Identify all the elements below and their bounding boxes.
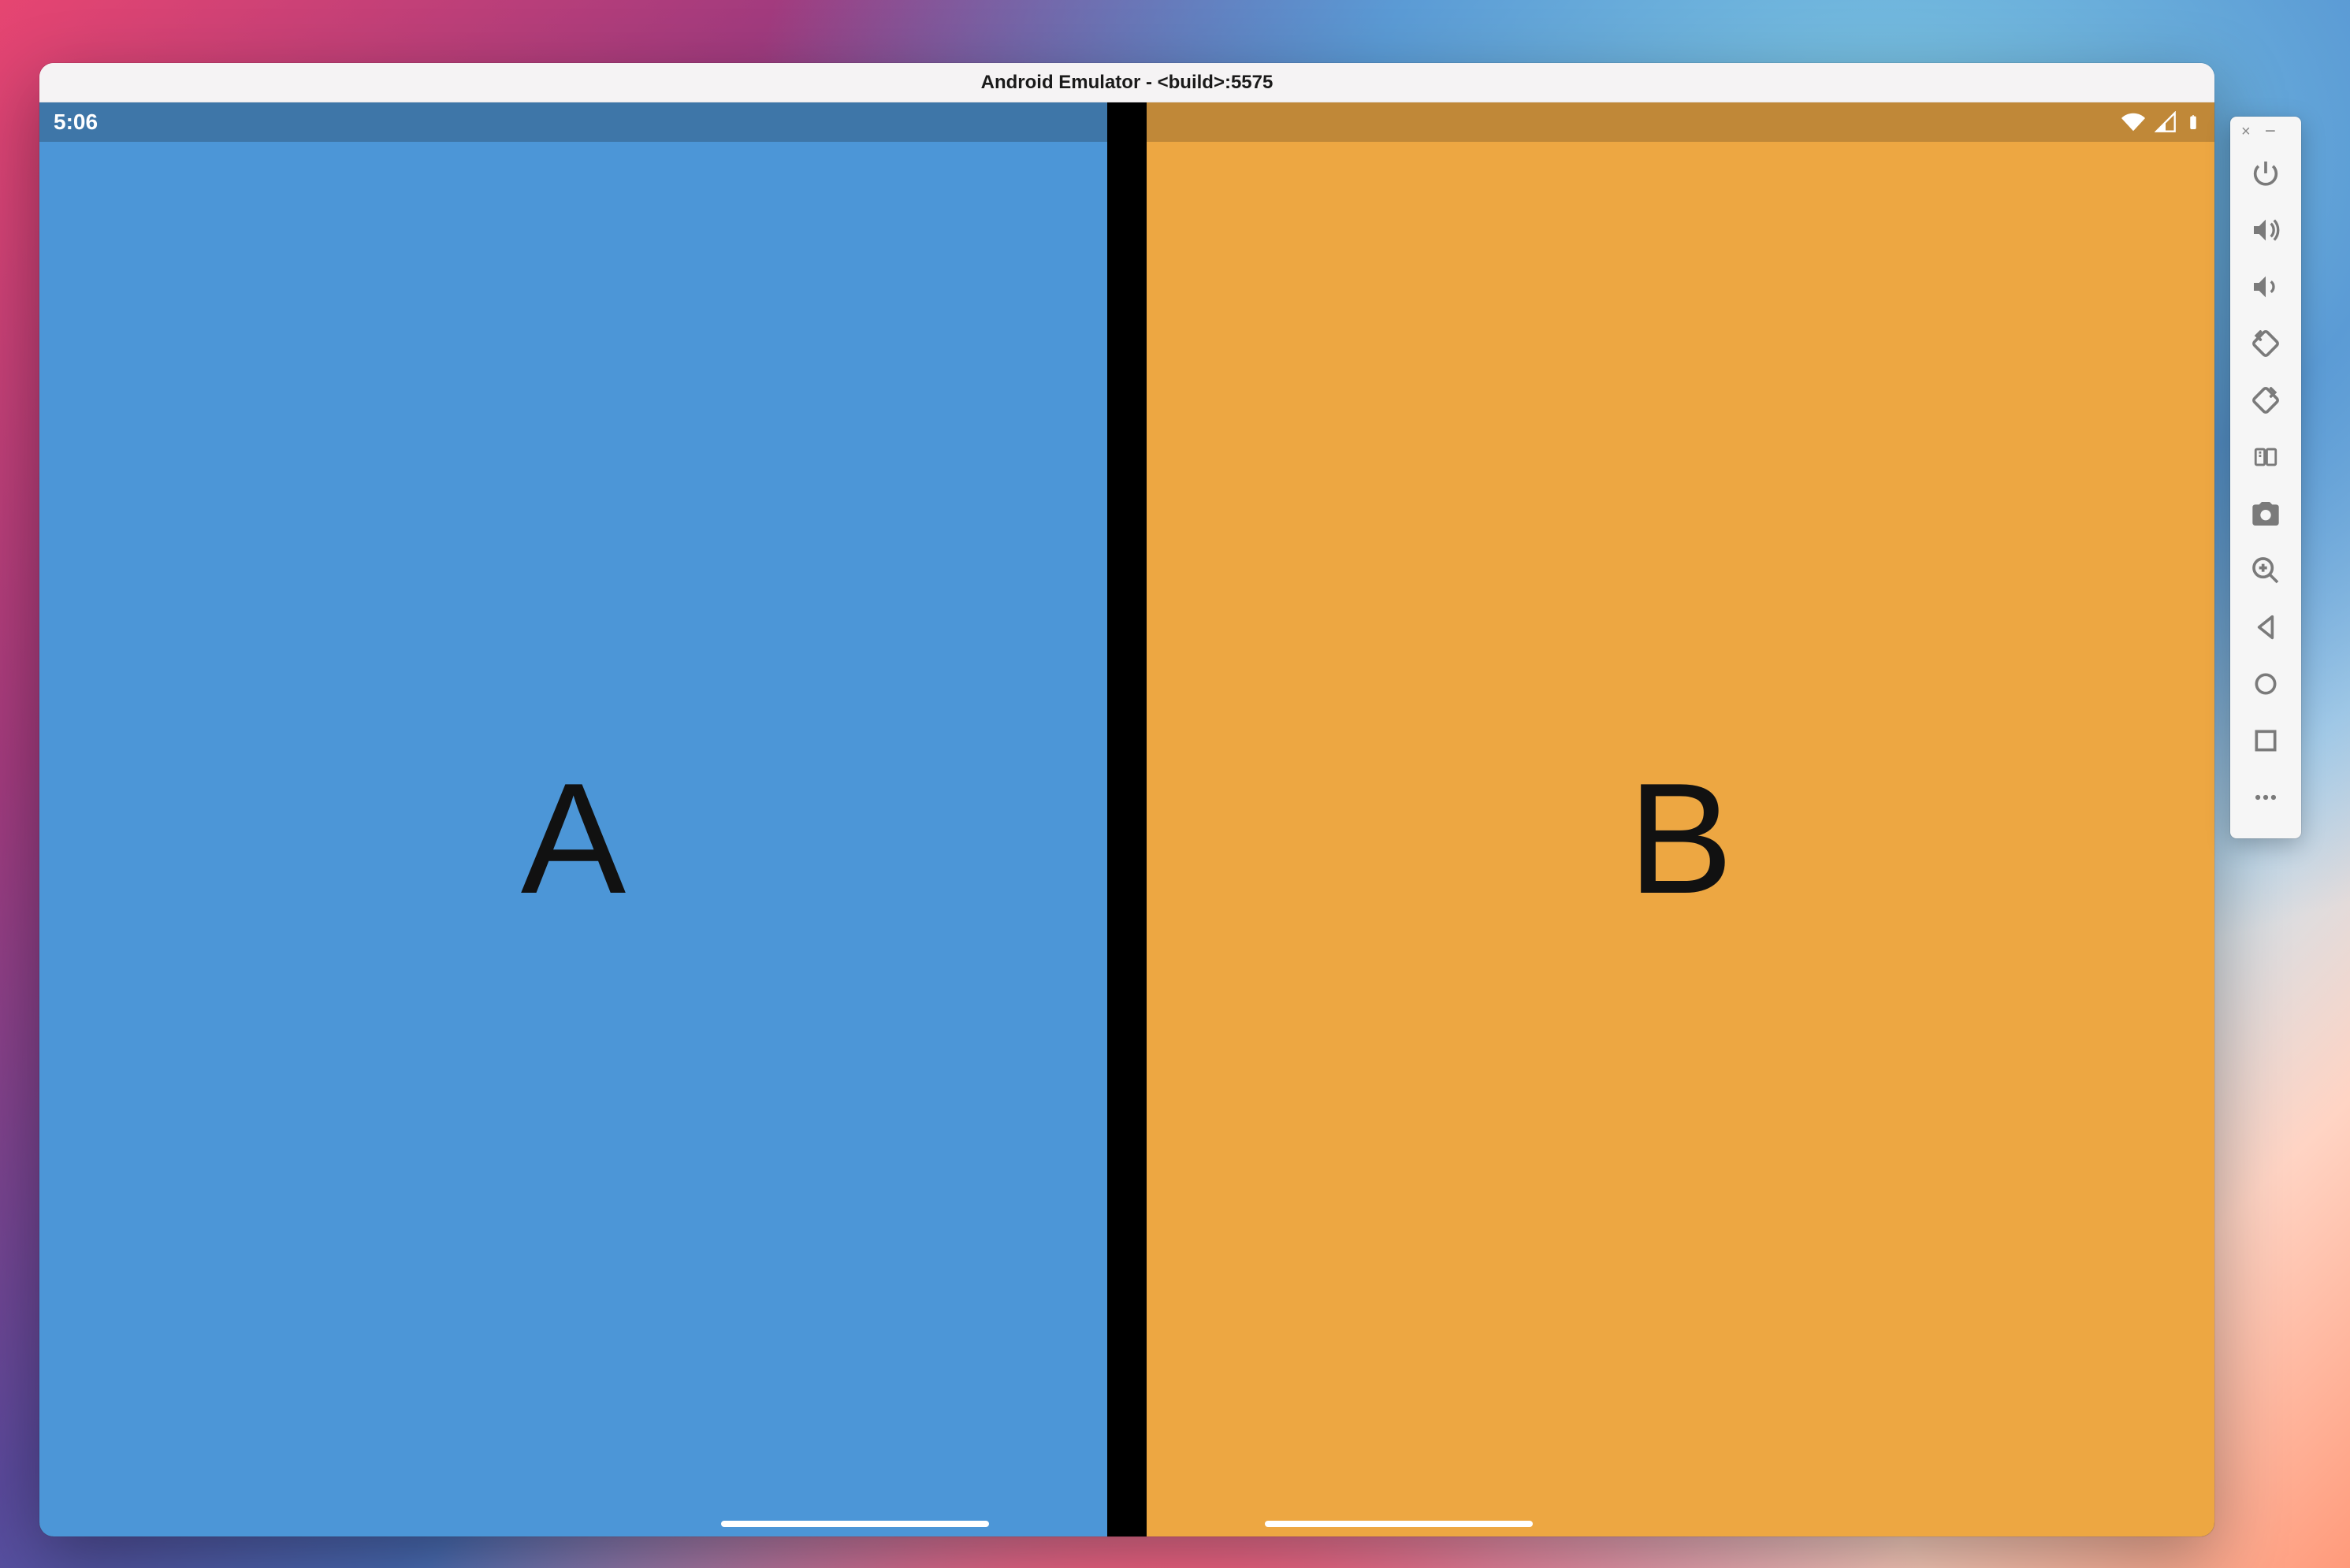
back-icon[interactable] xyxy=(2237,599,2294,656)
device-content: 5:06 A xyxy=(39,102,2214,1536)
overview-icon[interactable] xyxy=(2237,712,2294,769)
volume-up-icon[interactable] xyxy=(2237,202,2294,258)
minimize-icon[interactable]: − xyxy=(2265,128,2276,136)
device-frame: 5:06 A xyxy=(39,102,2214,1536)
status-time: 5:06 xyxy=(54,110,98,135)
rotate-right-icon[interactable] xyxy=(2237,372,2294,429)
nav-right xyxy=(1127,1513,2214,1536)
gesture-pill-left[interactable] xyxy=(721,1521,989,1527)
split-pane-left[interactable]: 5:06 A xyxy=(39,102,1107,1536)
battery-icon xyxy=(2186,110,2200,134)
nav-bar xyxy=(39,1513,2214,1536)
pane-body-right[interactable]: B xyxy=(1147,142,2214,1536)
screenshot-icon[interactable] xyxy=(2237,485,2294,542)
status-icons xyxy=(2121,110,2200,134)
home-icon[interactable] xyxy=(2237,656,2294,712)
nav-left xyxy=(39,1513,1127,1536)
rotate-left-icon[interactable] xyxy=(2237,315,2294,372)
zoom-icon[interactable] xyxy=(2237,542,2294,599)
more-icon[interactable] xyxy=(2237,769,2294,826)
wifi-icon xyxy=(2121,110,2145,134)
status-bar-left[interactable]: 5:06 xyxy=(39,102,1107,142)
pane-right-label: B xyxy=(1628,760,1733,918)
pane-body-left[interactable]: A xyxy=(39,142,1107,1536)
split-pane-right[interactable]: B xyxy=(1147,102,2214,1536)
close-icon[interactable]: × xyxy=(2241,124,2251,139)
toolbar-header: × − xyxy=(2230,124,2301,145)
volume-down-icon[interactable] xyxy=(2237,258,2294,315)
window-titlebar[interactable]: Android Emulator - <build>:5575 xyxy=(39,63,2214,102)
status-bar-right[interactable] xyxy=(1147,102,2214,142)
window-title: Android Emulator - <build>:5575 xyxy=(981,72,1274,94)
fold-icon[interactable] xyxy=(2237,429,2294,485)
cellular-signal-icon xyxy=(2155,111,2177,133)
emulator-window: Android Emulator - <build>:5575 5:06 A xyxy=(39,63,2214,1536)
gesture-pill-right[interactable] xyxy=(1265,1521,1533,1527)
power-icon[interactable] xyxy=(2237,145,2294,202)
pane-left-label: A xyxy=(521,760,626,918)
emulator-toolbar: × − xyxy=(2230,117,2301,838)
